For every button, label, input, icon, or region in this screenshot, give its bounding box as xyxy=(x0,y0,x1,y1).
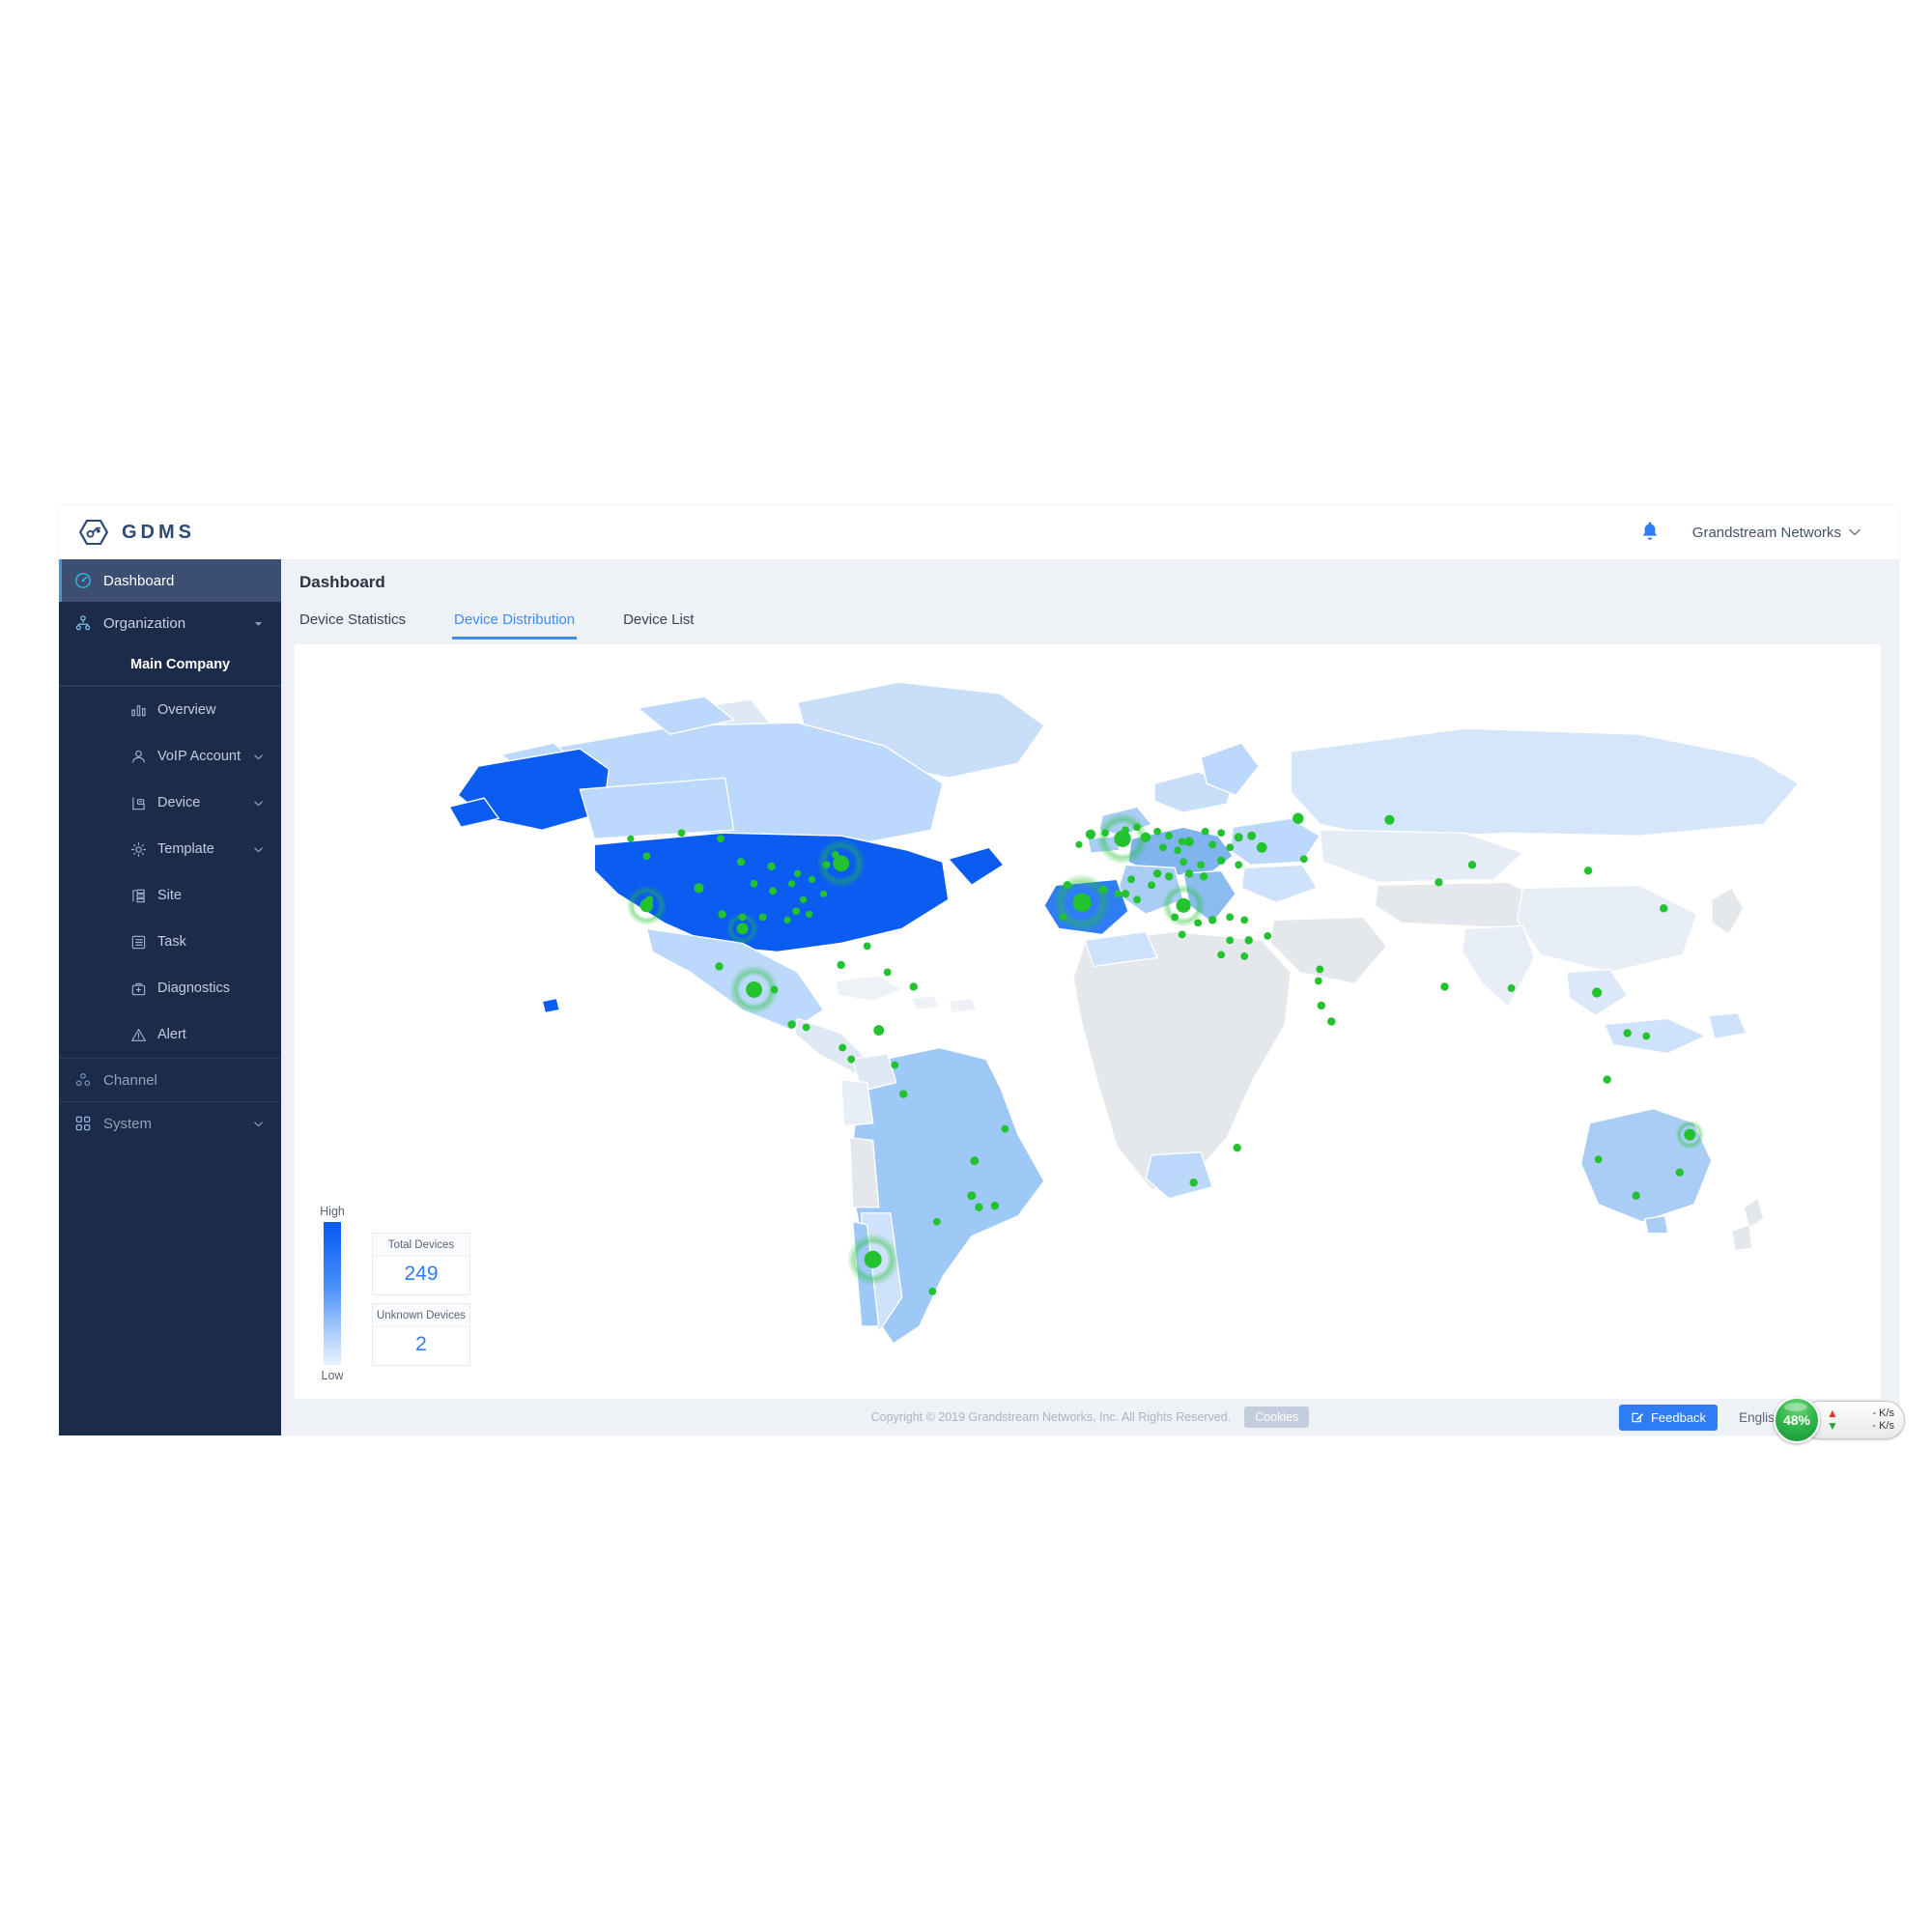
tab-device-distribution[interactable]: Device Distribution xyxy=(452,606,578,639)
account-name: Grandstream Networks xyxy=(1691,524,1841,541)
arrow-down-icon: ▼ xyxy=(1827,1419,1838,1433)
network-monitor-gauge: 48% xyxy=(1774,1396,1820,1443)
sidebar-item-alert[interactable]: Alert xyxy=(59,1011,281,1058)
tab-device-list[interactable]: Device List xyxy=(623,606,694,639)
top-bar: GDMS Grandstream Networks xyxy=(59,505,1899,559)
sidebar-item-label-device: Device xyxy=(157,795,201,810)
sidebar-item-label-dashboard: Dashboard xyxy=(103,572,175,589)
account-menu[interactable]: Grandstream Networks xyxy=(1692,525,1861,541)
sidebar-item-label-site: Site xyxy=(157,888,182,903)
caret-down-icon xyxy=(254,621,263,626)
stat-card-value-total-devices: 249 xyxy=(404,1263,439,1285)
sidebar-item-label-task: Task xyxy=(157,934,186,950)
edit-square-icon xyxy=(1632,1412,1643,1423)
map-density-legend: High Low xyxy=(315,1204,350,1383)
sidebar-item-organization[interactable]: Organization xyxy=(59,602,281,644)
content-area: Dashboard Device Statistics Device Distr… xyxy=(281,559,1899,1435)
page-title: Dashboard xyxy=(299,573,385,591)
sidebar-company-main-company[interactable]: Main Company xyxy=(59,644,281,686)
feedback-label: Feedback xyxy=(1650,1409,1707,1425)
grid-squares-icon xyxy=(75,1116,91,1131)
network-upload-row: ▲ - K/s xyxy=(1827,1407,1904,1419)
gdms-hexagon-logo-icon xyxy=(79,520,108,545)
legend-label-low: Low xyxy=(321,1369,344,1382)
sidebar: Dashboard Organization Main Company Over… xyxy=(59,559,281,1435)
device-distribution-map-panel[interactable]: High Low Total Devices 249 Unknown Devic… xyxy=(295,644,1881,1399)
task-list-icon xyxy=(131,935,146,949)
toolbox-icon xyxy=(131,982,146,995)
sidebar-item-label-system: System xyxy=(103,1115,153,1132)
footer-right: Feedback English (GMT+08:00) 48% ▲ - xyxy=(1618,1396,1905,1443)
sidebar-item-template[interactable]: Template xyxy=(59,826,281,872)
network-monitor-percent: 48% xyxy=(1782,1411,1811,1428)
sidebar-organization-block: Organization Main Company xyxy=(59,602,281,687)
chevron-down-icon xyxy=(254,753,263,759)
device-icon xyxy=(132,796,145,810)
feedback-button[interactable]: Feedback xyxy=(1618,1404,1719,1431)
download-rate: - K/s xyxy=(1872,1420,1894,1432)
upload-rate: - K/s xyxy=(1872,1407,1894,1419)
sidebar-item-device[interactable]: Device xyxy=(59,780,281,826)
gdms-application-window: GDMS Grandstream Networks Dashboard Orga… xyxy=(59,505,1905,1443)
tab-bar: Device Statistics Device Distribution De… xyxy=(281,606,1899,639)
chevron-down-icon xyxy=(254,846,263,852)
sidebar-item-dashboard[interactable]: Dashboard xyxy=(59,559,281,602)
org-tree-icon xyxy=(75,615,91,631)
sidebar-item-diagnostics[interactable]: Diagnostics xyxy=(59,965,281,1011)
chevron-down-icon xyxy=(254,800,263,806)
sidebar-item-label-channel: Channel xyxy=(103,1071,157,1089)
sidebar-item-label-diagnostics: Diagnostics xyxy=(157,980,230,996)
network-download-row: ▼ - K/s xyxy=(1827,1420,1904,1432)
map-stat-cards: Total Devices 249 Unknown Devices 2 xyxy=(372,1233,470,1366)
stat-card-value-unknown-devices: 2 xyxy=(415,1333,427,1355)
legend-gradient-bar xyxy=(324,1222,341,1365)
chevron-down-icon xyxy=(254,1121,263,1126)
bar-chart-icon xyxy=(131,704,146,716)
copyright-text: Copyright © 2019 Grandstream Networks, I… xyxy=(870,1410,1232,1424)
sidebar-item-channel[interactable]: Channel xyxy=(59,1059,281,1101)
footer: Copyright © 2019 Grandstream Networks, I… xyxy=(281,1396,1905,1443)
top-bar-right: Grandstream Networks xyxy=(1640,522,1899,543)
sidebar-item-site[interactable]: Site xyxy=(59,872,281,919)
user-icon xyxy=(132,750,145,763)
legend-label-high: High xyxy=(320,1205,345,1218)
network-monitor-widget[interactable]: 48% ▲ - K/s ▼ - K/s xyxy=(1774,1396,1905,1443)
sidebar-item-label-template: Template xyxy=(157,841,214,857)
stat-card-title-unknown-devices: Unknown Devices xyxy=(373,1304,469,1327)
sidebar-item-overview[interactable]: Overview xyxy=(59,687,281,733)
speedometer-icon xyxy=(75,573,91,588)
sidebar-item-label-voip-account: VoIP Account xyxy=(157,749,241,764)
channel-nodes-icon xyxy=(75,1072,91,1087)
chevron-down-icon xyxy=(1849,528,1861,536)
bell-icon[interactable] xyxy=(1640,522,1660,543)
sidebar-item-system[interactable]: System xyxy=(59,1102,281,1145)
gear-icon xyxy=(130,841,147,857)
sidebar-item-label-overview: Overview xyxy=(157,702,216,718)
sidebar-item-label-alert: Alert xyxy=(157,1027,186,1042)
world-choropleth-map[interactable] xyxy=(295,644,1881,1399)
sidebar-item-task[interactable]: Task xyxy=(59,919,281,965)
brand[interactable]: GDMS xyxy=(59,520,195,545)
arrow-up-icon: ▲ xyxy=(1827,1406,1838,1420)
cookies-button[interactable]: Cookies xyxy=(1244,1406,1310,1428)
tab-device-statistics[interactable]: Device Statistics xyxy=(299,606,406,639)
sidebar-item-label-organization: Organization xyxy=(103,614,186,632)
site-list-icon xyxy=(132,889,145,902)
stat-card-unknown-devices: Unknown Devices 2 xyxy=(372,1303,470,1366)
warning-triangle-icon xyxy=(131,1028,146,1041)
stat-card-total-devices: Total Devices 249 xyxy=(372,1233,470,1295)
stat-card-title-total-devices: Total Devices xyxy=(373,1234,469,1257)
brand-name: GDMS xyxy=(122,521,195,543)
sidebar-item-voip-account[interactable]: VoIP Account xyxy=(59,733,281,780)
